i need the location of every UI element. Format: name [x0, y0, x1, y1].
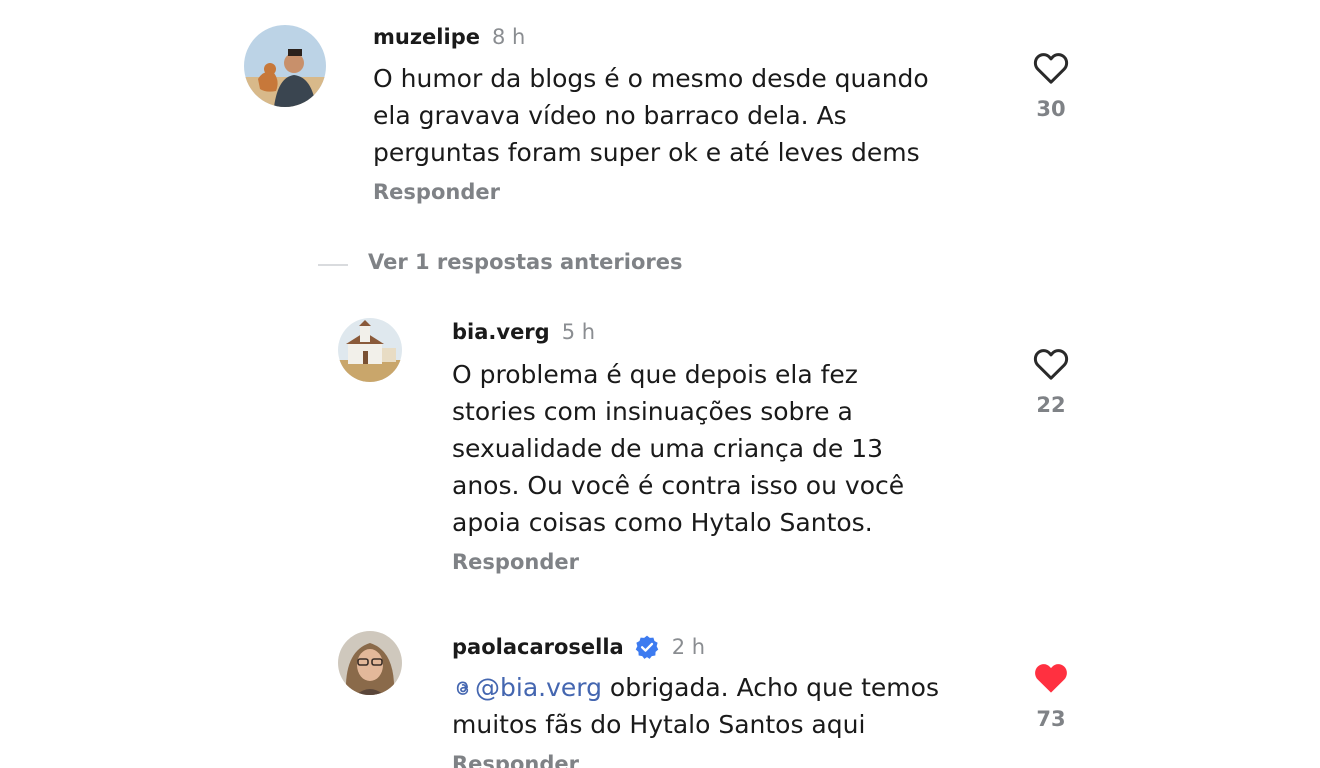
- reply-button[interactable]: Responder: [452, 752, 579, 768]
- view-previous-replies-button[interactable]: Ver 1 respostas anteriores: [368, 250, 683, 274]
- timestamp: 2 h: [671, 635, 706, 659]
- woman-avatar-photo: [338, 631, 402, 695]
- timestamp: 8 h: [491, 25, 526, 49]
- mention-text: @bia.verg: [475, 673, 602, 702]
- username[interactable]: bia.verg: [452, 320, 550, 344]
- comment-header: bia.verg 5 h: [452, 320, 595, 344]
- mention-link[interactable]: @bia.verg: [452, 673, 602, 702]
- heart-outline-icon[interactable]: [1031, 344, 1071, 384]
- timestamp: 5 h: [561, 320, 596, 344]
- like-count: 73: [1036, 707, 1066, 731]
- username[interactable]: muzelipe: [373, 25, 480, 49]
- comment-text: O problema é que depois ela fez stories …: [452, 360, 905, 537]
- comment-text: @bia.verg obrigada. Acho que temos muito…: [452, 669, 939, 743]
- like-count: 22: [1036, 393, 1066, 417]
- username[interactable]: paolacarosella: [452, 635, 624, 659]
- user-avatar-photo: [244, 25, 326, 107]
- thread-divider: [318, 264, 348, 266]
- heart-filled-icon[interactable]: [1031, 658, 1071, 698]
- comment-text: O humor da blogs é o mesmo desde quando …: [373, 64, 929, 167]
- church-avatar-photo: [338, 318, 402, 382]
- reply-button[interactable]: Responder: [452, 550, 579, 574]
- comments-panel: muzelipe 8 h O humor da blogs é o mesmo …: [0, 0, 1320, 768]
- avatar[interactable]: [338, 318, 402, 382]
- avatar[interactable]: [338, 631, 402, 695]
- avatar[interactable]: [244, 25, 326, 107]
- like-count: 30: [1036, 97, 1066, 121]
- heart-outline-icon[interactable]: [1031, 48, 1071, 88]
- verified-badge-icon: [634, 634, 660, 660]
- comment-header: paolacarosella 2 h: [452, 634, 705, 660]
- threads-logo-icon: [456, 681, 469, 695]
- comment-header: muzelipe 8 h: [373, 25, 525, 49]
- reply-button[interactable]: Responder: [373, 180, 500, 204]
